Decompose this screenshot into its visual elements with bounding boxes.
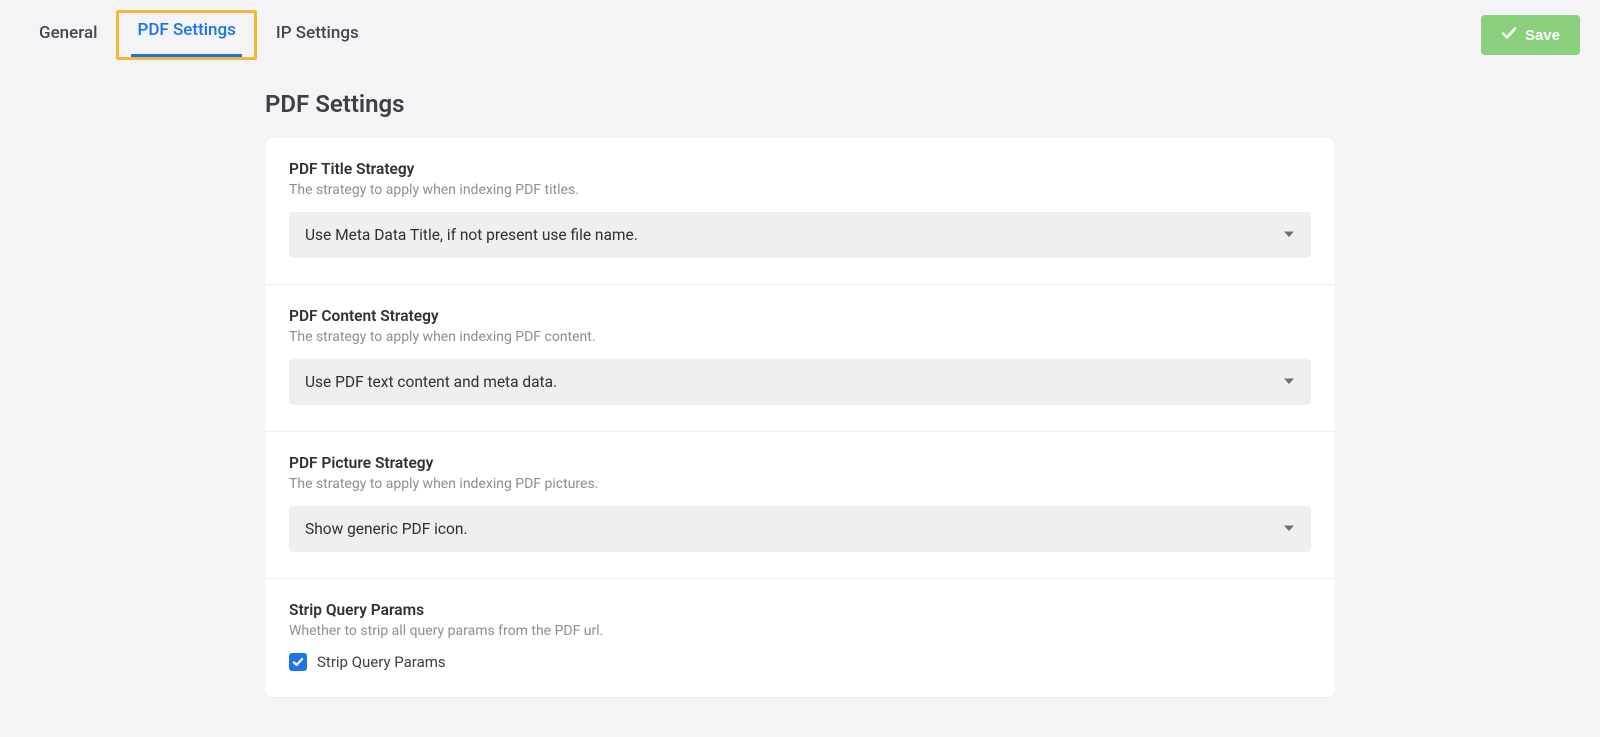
chevron-down-icon bbox=[1283, 520, 1295, 538]
field-label: PDF Title Strategy bbox=[289, 160, 1311, 178]
settings-card: PDF Title Strategy The strategy to apply… bbox=[265, 138, 1335, 697]
section-pdf-title-strategy: PDF Title Strategy The strategy to apply… bbox=[265, 138, 1335, 285]
pdf-content-strategy-select[interactable]: Use PDF text content and meta data. bbox=[289, 359, 1311, 405]
section-strip-query-params: Strip Query Params Whether to strip all … bbox=[265, 579, 1335, 697]
tab-pdf-settings[interactable]: PDF Settings bbox=[116, 10, 256, 60]
select-value: Use PDF text content and meta data. bbox=[305, 373, 557, 391]
pdf-title-strategy-select[interactable]: Use Meta Data Title, if not present use … bbox=[289, 212, 1311, 258]
top-bar: General PDF Settings IP Settings Save bbox=[0, 0, 1600, 60]
field-description: Whether to strip all query params from t… bbox=[289, 623, 1311, 639]
page-title: PDF Settings bbox=[265, 90, 1335, 118]
field-description: The strategy to apply when indexing PDF … bbox=[289, 476, 1311, 492]
chevron-down-icon bbox=[1283, 373, 1295, 391]
field-label: Strip Query Params bbox=[289, 601, 1311, 619]
select-value: Show generic PDF icon. bbox=[305, 520, 468, 538]
save-button[interactable]: Save bbox=[1481, 15, 1580, 55]
check-icon bbox=[292, 656, 304, 668]
field-description: The strategy to apply when indexing PDF … bbox=[289, 182, 1311, 198]
pdf-picture-strategy-select[interactable]: Show generic PDF icon. bbox=[289, 506, 1311, 552]
field-description: The strategy to apply when indexing PDF … bbox=[289, 329, 1311, 345]
save-button-label: Save bbox=[1525, 27, 1560, 44]
strip-query-params-checkbox[interactable] bbox=[289, 653, 307, 671]
field-label: PDF Content Strategy bbox=[289, 307, 1311, 325]
section-pdf-picture-strategy: PDF Picture Strategy The strategy to app… bbox=[265, 432, 1335, 579]
chevron-down-icon bbox=[1283, 226, 1295, 244]
check-icon bbox=[1501, 25, 1517, 45]
tab-ip-settings[interactable]: IP Settings bbox=[257, 10, 378, 60]
tab-general[interactable]: General bbox=[20, 10, 116, 60]
field-label: PDF Picture Strategy bbox=[289, 454, 1311, 472]
checkbox-label: Strip Query Params bbox=[317, 653, 446, 671]
checkbox-row: Strip Query Params bbox=[289, 653, 1311, 671]
section-pdf-content-strategy: PDF Content Strategy The strategy to app… bbox=[265, 285, 1335, 432]
page-content: PDF Settings PDF Title Strategy The stra… bbox=[265, 90, 1335, 737]
tabs: General PDF Settings IP Settings bbox=[20, 10, 378, 60]
select-value: Use Meta Data Title, if not present use … bbox=[305, 226, 638, 244]
